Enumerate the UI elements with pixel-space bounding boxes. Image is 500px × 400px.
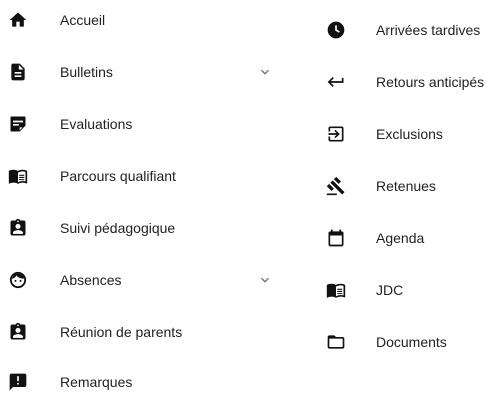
menu-item-reunion-de-parents[interactable]: Réunion de parents [0,314,290,350]
menu-item-label: Remarques [60,374,133,390]
menu-item-label: JDC [376,282,404,298]
menu-item-label: Suivi pédagogique [60,220,176,236]
chevron-down-icon[interactable] [258,65,272,79]
menu-item-absences[interactable]: Absences [0,262,290,298]
chevron-down-icon[interactable] [258,273,272,287]
return-arrow-icon [326,72,346,92]
menu-item-bulletins[interactable]: Bulletins [0,54,290,90]
menu-item-label: Parcours qualifiant [60,168,176,184]
menu-item-label: Retenues [376,178,436,194]
home-icon [8,10,28,30]
menu-item-suivi-pedagogique[interactable]: Suivi pédagogique [0,210,290,246]
face-icon [8,270,28,290]
calendar-icon [326,228,346,248]
menu-item-label: Exclusions [376,126,443,142]
menu-item-label: Agenda [376,230,425,246]
book-icon [326,280,346,300]
menu-item-retenues[interactable]: Retenues [310,168,500,204]
note-icon [8,114,28,134]
menu-item-remarques[interactable]: Remarques [0,364,290,400]
menu-item-exclusions[interactable]: Exclusions [310,116,500,152]
menu-item-label: Réunion de parents [60,324,183,340]
book-icon [8,166,28,186]
clipboard-person-icon [8,322,28,342]
exit-box-icon [326,124,346,144]
menu-item-jdc[interactable]: JDC [310,272,500,308]
menu-item-label: Retours anticipés [376,74,485,90]
menu-item-label: Accueil [60,12,106,28]
clipboard-person-icon [8,218,28,238]
menu-item-label: Bulletins [60,64,113,80]
menu-item-label: Arrivées tardives [376,22,481,38]
menu-item-agenda[interactable]: Agenda [310,220,500,256]
folder-icon [326,332,346,352]
document-icon [8,62,28,82]
menu-item-label: Absences [60,272,122,288]
menu-item-evaluations[interactable]: Evaluations [0,106,290,142]
clock-icon [326,20,346,40]
menu-item-retours-anticipes[interactable]: Retours anticipés [310,64,500,100]
gavel-icon [326,176,346,196]
alert-icon [8,372,28,392]
menu-item-documents[interactable]: Documents [310,324,500,360]
menu-item-accueil[interactable]: Accueil [0,2,290,38]
menu-item-label: Documents [376,334,447,350]
menu-item-arrivees-tardives[interactable]: Arrivées tardives [310,12,500,48]
menu-item-label: Evaluations [60,116,133,132]
menu-item-parcours-qualifiant[interactable]: Parcours qualifiant [0,158,290,194]
